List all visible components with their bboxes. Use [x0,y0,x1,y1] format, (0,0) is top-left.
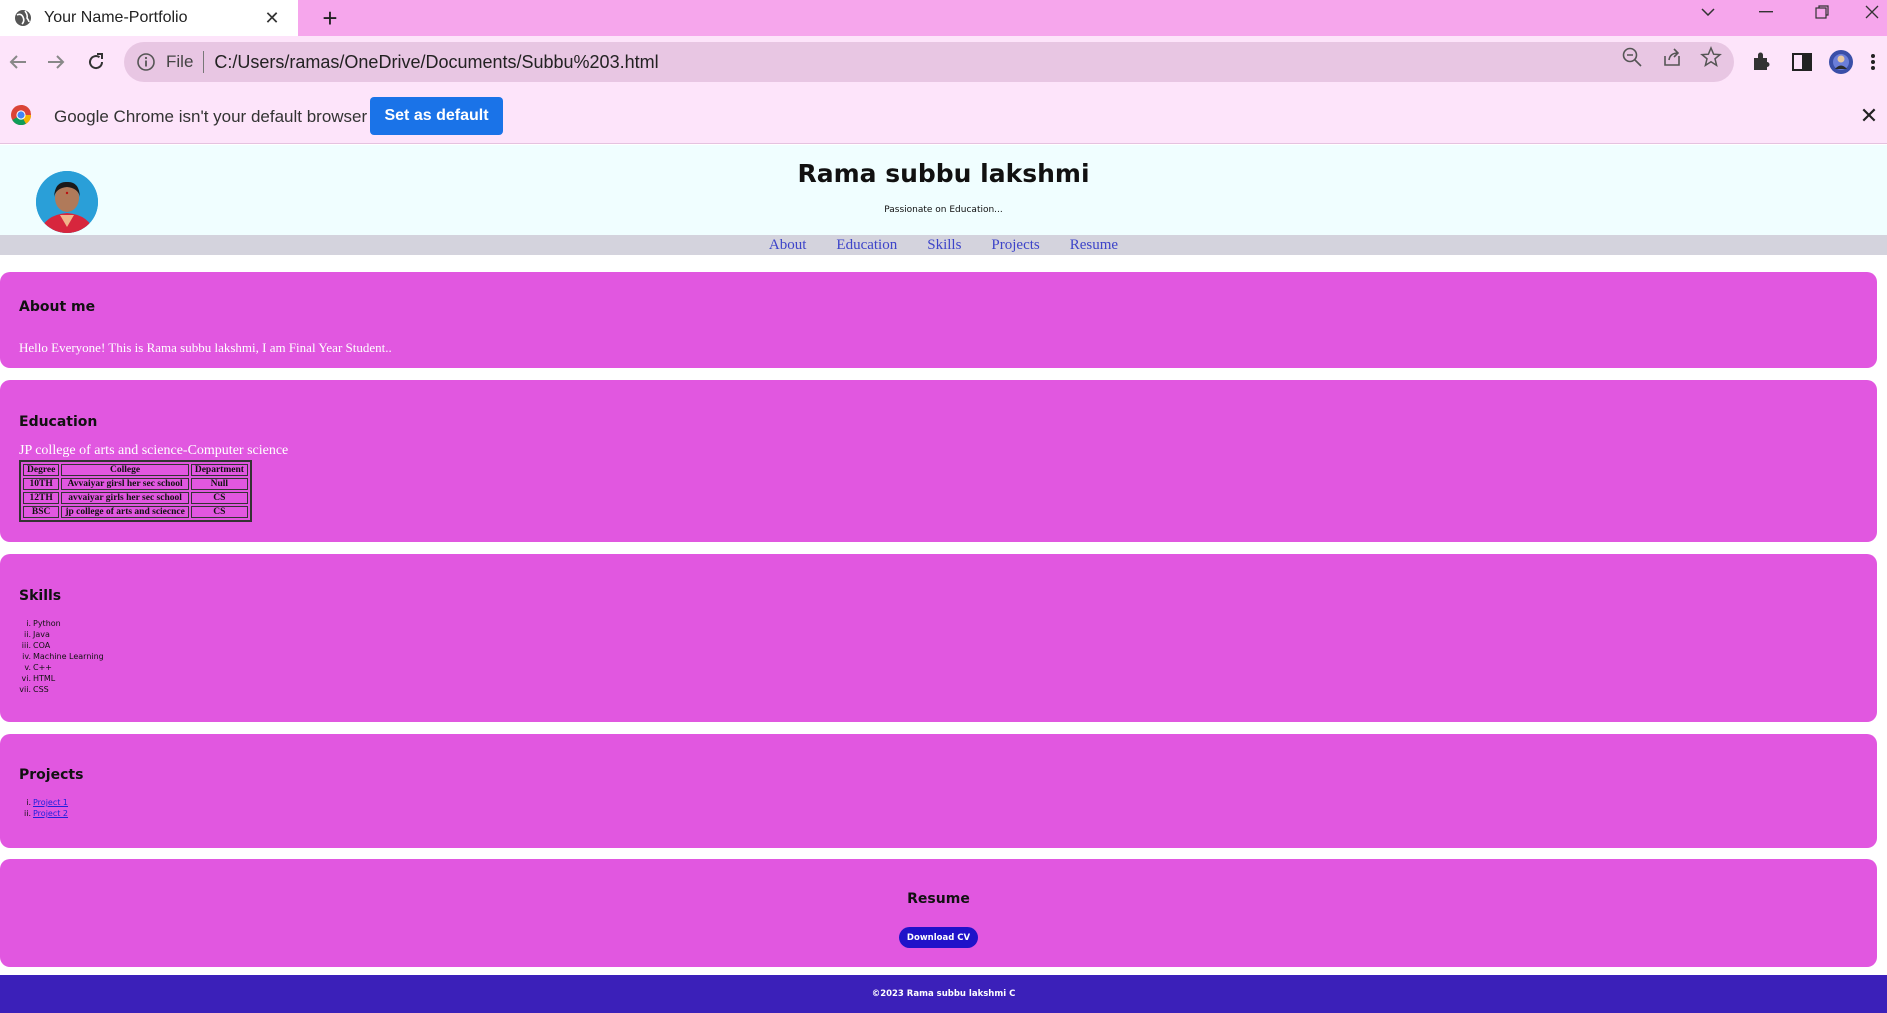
bookmark-star-icon[interactable] [1700,46,1722,68]
nav-resume-link[interactable]: Resume [1070,237,1118,254]
info-icon[interactable] [136,52,156,72]
table-cell: Null [190,478,248,490]
tab-title: Your Name-Portfolio [44,9,188,26]
share-icon[interactable] [1661,46,1683,68]
nav-about-link[interactable]: About [769,237,807,254]
page-viewport: Rama subbu lakshmi Passionate on Educati… [0,145,1887,1013]
url-text[interactable]: C:/Users/ramas/OneDrive/Documents/Subbu%… [214,52,658,73]
close-window-icon[interactable] [1856,0,1887,24]
list-item: i. Python [26,619,61,628]
nav-projects-link[interactable]: Projects [991,237,1039,254]
nav-education-link[interactable]: Education [836,237,897,254]
about-heading: About me [19,299,96,315]
profile-avatar-icon[interactable] [1828,49,1854,75]
list-item: iv. Machine Learning [22,652,104,661]
download-cv-button[interactable]: Download CV [899,927,978,948]
minimize-icon[interactable] [1746,0,1786,24]
list-item: ii. Java [24,630,50,639]
table-cell: Avvaiyar girsl her sec school [61,478,189,490]
site-title: Rama subbu lakshmi [797,159,1090,188]
table-cell: jp college of arts and sciecnce [61,506,189,518]
resume-heading: Resume [907,891,970,907]
site-header: Rama subbu lakshmi Passionate on Educati… [0,145,1887,235]
education-summary: JP college of arts and science-Computer … [19,443,289,458]
skills-section: Skills i. Python ii. Java iii. COA iv. Machi… [0,554,1877,722]
projects-list: i. Project 1 ii. Project 2 [19,797,68,819]
footer-copyright: ©2023 Rama subbu lakshmi C [871,989,1016,999]
tab-strip: Your Name-Portfolio ✕ + [0,0,1887,36]
project-2-link[interactable]: Project 2 [33,808,68,819]
project-1-link[interactable]: Project 1 [33,797,68,808]
column-header: Degree [23,464,60,476]
tab-search-icon[interactable] [1688,0,1728,24]
table-cell: BSC [23,506,60,518]
skills-heading: Skills [19,588,62,604]
address-bar[interactable]: File C:/Users/ramas/OneDrive/Documents/S… [124,42,1734,82]
projects-section: Projects i. Project 1 ii. Project 2 [0,734,1877,848]
table-row: BSC jp college of arts and sciecnce CS [23,506,248,518]
resume-section: Resume Download CV [0,859,1877,967]
file-scheme-label: File [166,52,194,71]
globe-icon [15,10,31,26]
list-item: i. Project 1 [26,797,69,808]
table-cell: 12TH [23,492,60,504]
list-item: vii. CSS [19,685,49,694]
infobar-close-icon[interactable]: ✕ [1857,103,1881,128]
about-section: About me Hello Everyone! This is Rama su… [0,272,1877,368]
back-arrow-icon[interactable] [4,48,32,76]
new-tab-button[interactable]: + [314,2,346,34]
column-header: Department [190,464,248,476]
skill-label: C++ [33,663,52,672]
projects-heading: Projects [19,767,84,783]
list-item: iii. COA [21,641,51,650]
restore-icon[interactable] [1802,0,1842,24]
site-tagline: Passionate on Education... [884,205,1003,215]
set-as-default-button[interactable]: Set as default [370,97,503,135]
list-item: v. C++ [24,663,52,672]
skill-label: Java [33,630,50,639]
skill-label: COA [33,641,51,650]
active-tab[interactable]: Your Name-Portfolio ✕ [0,0,298,36]
table-header-row: Degree College Department [23,464,248,476]
table-row: 12TH avvaiyar girls her sec school CS [23,492,248,504]
browser-toolbar: File C:/Users/ramas/OneDrive/Documents/S… [0,36,1887,88]
tab-close-icon[interactable]: ✕ [262,8,282,28]
zoom-out-icon[interactable] [1621,46,1643,68]
column-header: College [61,464,189,476]
menu-kebab-icon[interactable] [1866,49,1880,75]
table-cell: CS [190,506,248,518]
skill-label: Machine Learning [33,652,104,661]
about-text: Hello Everyone! This is Rama subbu laksh… [19,340,392,355]
infobar-message: Google Chrome isn't your default browser [54,107,368,126]
site-footer: ©2023 Rama subbu lakshmi C [0,975,1887,1013]
table-cell: CS [190,492,248,504]
nav-skills-link[interactable]: Skills [927,237,961,254]
side-panel-icon[interactable] [1789,49,1815,75]
skill-label: CSS [33,685,49,694]
table-cell: 10TH [23,478,60,490]
divider [203,51,205,73]
chrome-logo-icon [11,104,32,126]
list-item: ii. Project 2 [24,808,69,819]
forward-arrow-icon[interactable] [42,48,70,76]
reload-icon[interactable] [82,48,110,76]
education-section: Education JP college of arts and science… [0,380,1877,542]
education-heading: Education [19,414,98,430]
skill-label: Python [33,619,61,628]
table-cell: avvaiyar girls her sec school [61,492,189,504]
table-row: 10TH Avvaiyar girsl her sec school Null [23,478,248,490]
extensions-puzzle-icon[interactable] [1749,49,1775,75]
list-item: vi. HTML [21,674,56,683]
skills-list: i. Python ii. Java iii. COA iv. Machine Lear… [19,618,104,695]
site-nav: About Education Skills Projects Resume [0,235,1887,255]
default-browser-infobar: Google Chrome isn't your default browser… [0,88,1887,144]
skill-label: HTML [33,674,56,683]
education-table: Degree College Department 10TH Avvaiyar … [19,460,252,522]
